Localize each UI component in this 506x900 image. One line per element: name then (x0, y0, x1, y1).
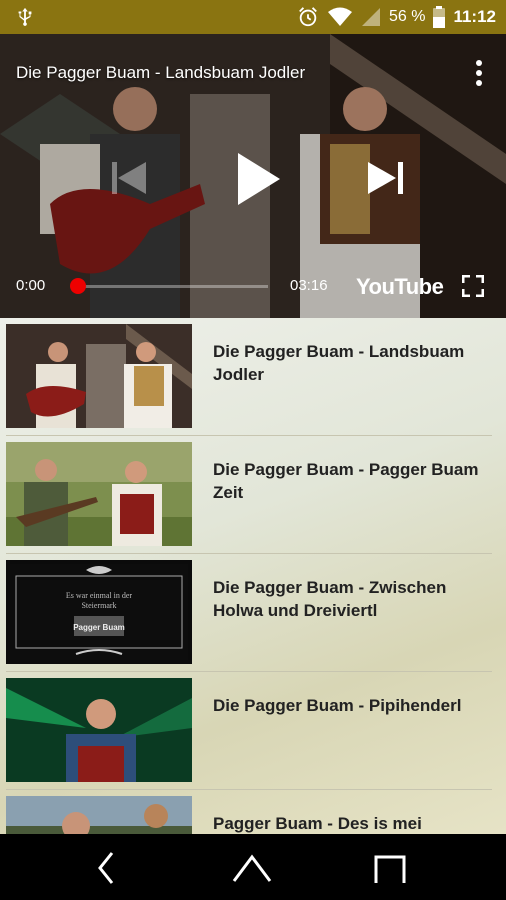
list-item[interactable]: Die Pagger Buam - Pagger Buam Zeit (0, 436, 506, 554)
more-options-icon[interactable] (470, 58, 488, 88)
fullscreen-icon[interactable] (462, 275, 484, 297)
youtube-logo[interactable]: YouTube (356, 274, 444, 300)
video-title[interactable]: Die Pagger Buam - Landsbuam Jodler (213, 340, 483, 386)
video-title: Die Pagger Buam - Landsbuam Jodler (16, 63, 306, 82)
usb-icon (18, 7, 32, 26)
video-title[interactable]: Die Pagger Buam - Zwischen Holwa und Dre… (213, 576, 483, 622)
play-icon[interactable] (236, 151, 282, 207)
recents-icon[interactable] (370, 851, 410, 885)
alarm-icon (299, 7, 317, 27)
status-bar: 56 % 11:12 (0, 0, 506, 34)
duration: 03:16 (290, 277, 328, 294)
list-item[interactable]: Es war einmal in der Steiermark Pagger B… (0, 554, 506, 672)
thumbnail-caption-line1: Es war einmal in der (66, 591, 133, 600)
video-title[interactable]: Die Pagger Buam - Pagger Buam Zeit (213, 458, 483, 504)
band-logo: Pagger Buam (73, 623, 125, 632)
previous-icon[interactable] (112, 160, 146, 196)
video-thumbnail[interactable]: Es war einmal in der Steiermark Pagger B… (6, 560, 192, 664)
list-item[interactable]: Die Pagger Buam - Landsbuam Jodler (0, 318, 506, 436)
video-thumbnail[interactable] (6, 796, 192, 834)
wifi-icon (327, 7, 352, 26)
list-item[interactable]: Die Pagger Buam - Pipihenderl (0, 672, 506, 790)
back-icon[interactable] (86, 851, 126, 885)
video-thumbnail[interactable] (6, 678, 192, 782)
clock: 11:12 (453, 7, 496, 26)
home-icon[interactable] (232, 851, 272, 885)
video-thumbnail[interactable] (6, 442, 192, 546)
video-player[interactable]: Die Pagger Buam - Landsbuam Jodler 0:00 … (0, 34, 506, 318)
thumbnail-caption-line2: Steiermark (81, 601, 116, 610)
current-time: 0:00 (16, 277, 46, 294)
playlist: Die Pagger Buam - Landsbuam Jodler Die P… (0, 318, 506, 834)
navigation-bar (0, 834, 506, 900)
progress-scrubber[interactable] (70, 278, 86, 294)
video-thumbnail[interactable] (6, 324, 192, 428)
next-icon[interactable] (368, 160, 404, 196)
battery-icon (433, 6, 446, 28)
battery-percent: 56 % (388, 8, 426, 25)
progress-bar[interactable] (76, 285, 268, 288)
signal-icon (361, 8, 380, 26)
list-item[interactable]: Pagger Buam - Des is mei (0, 790, 506, 834)
video-title[interactable]: Pagger Buam - Des is mei (213, 812, 483, 834)
video-title[interactable]: Die Pagger Buam - Pipihenderl (213, 694, 483, 717)
